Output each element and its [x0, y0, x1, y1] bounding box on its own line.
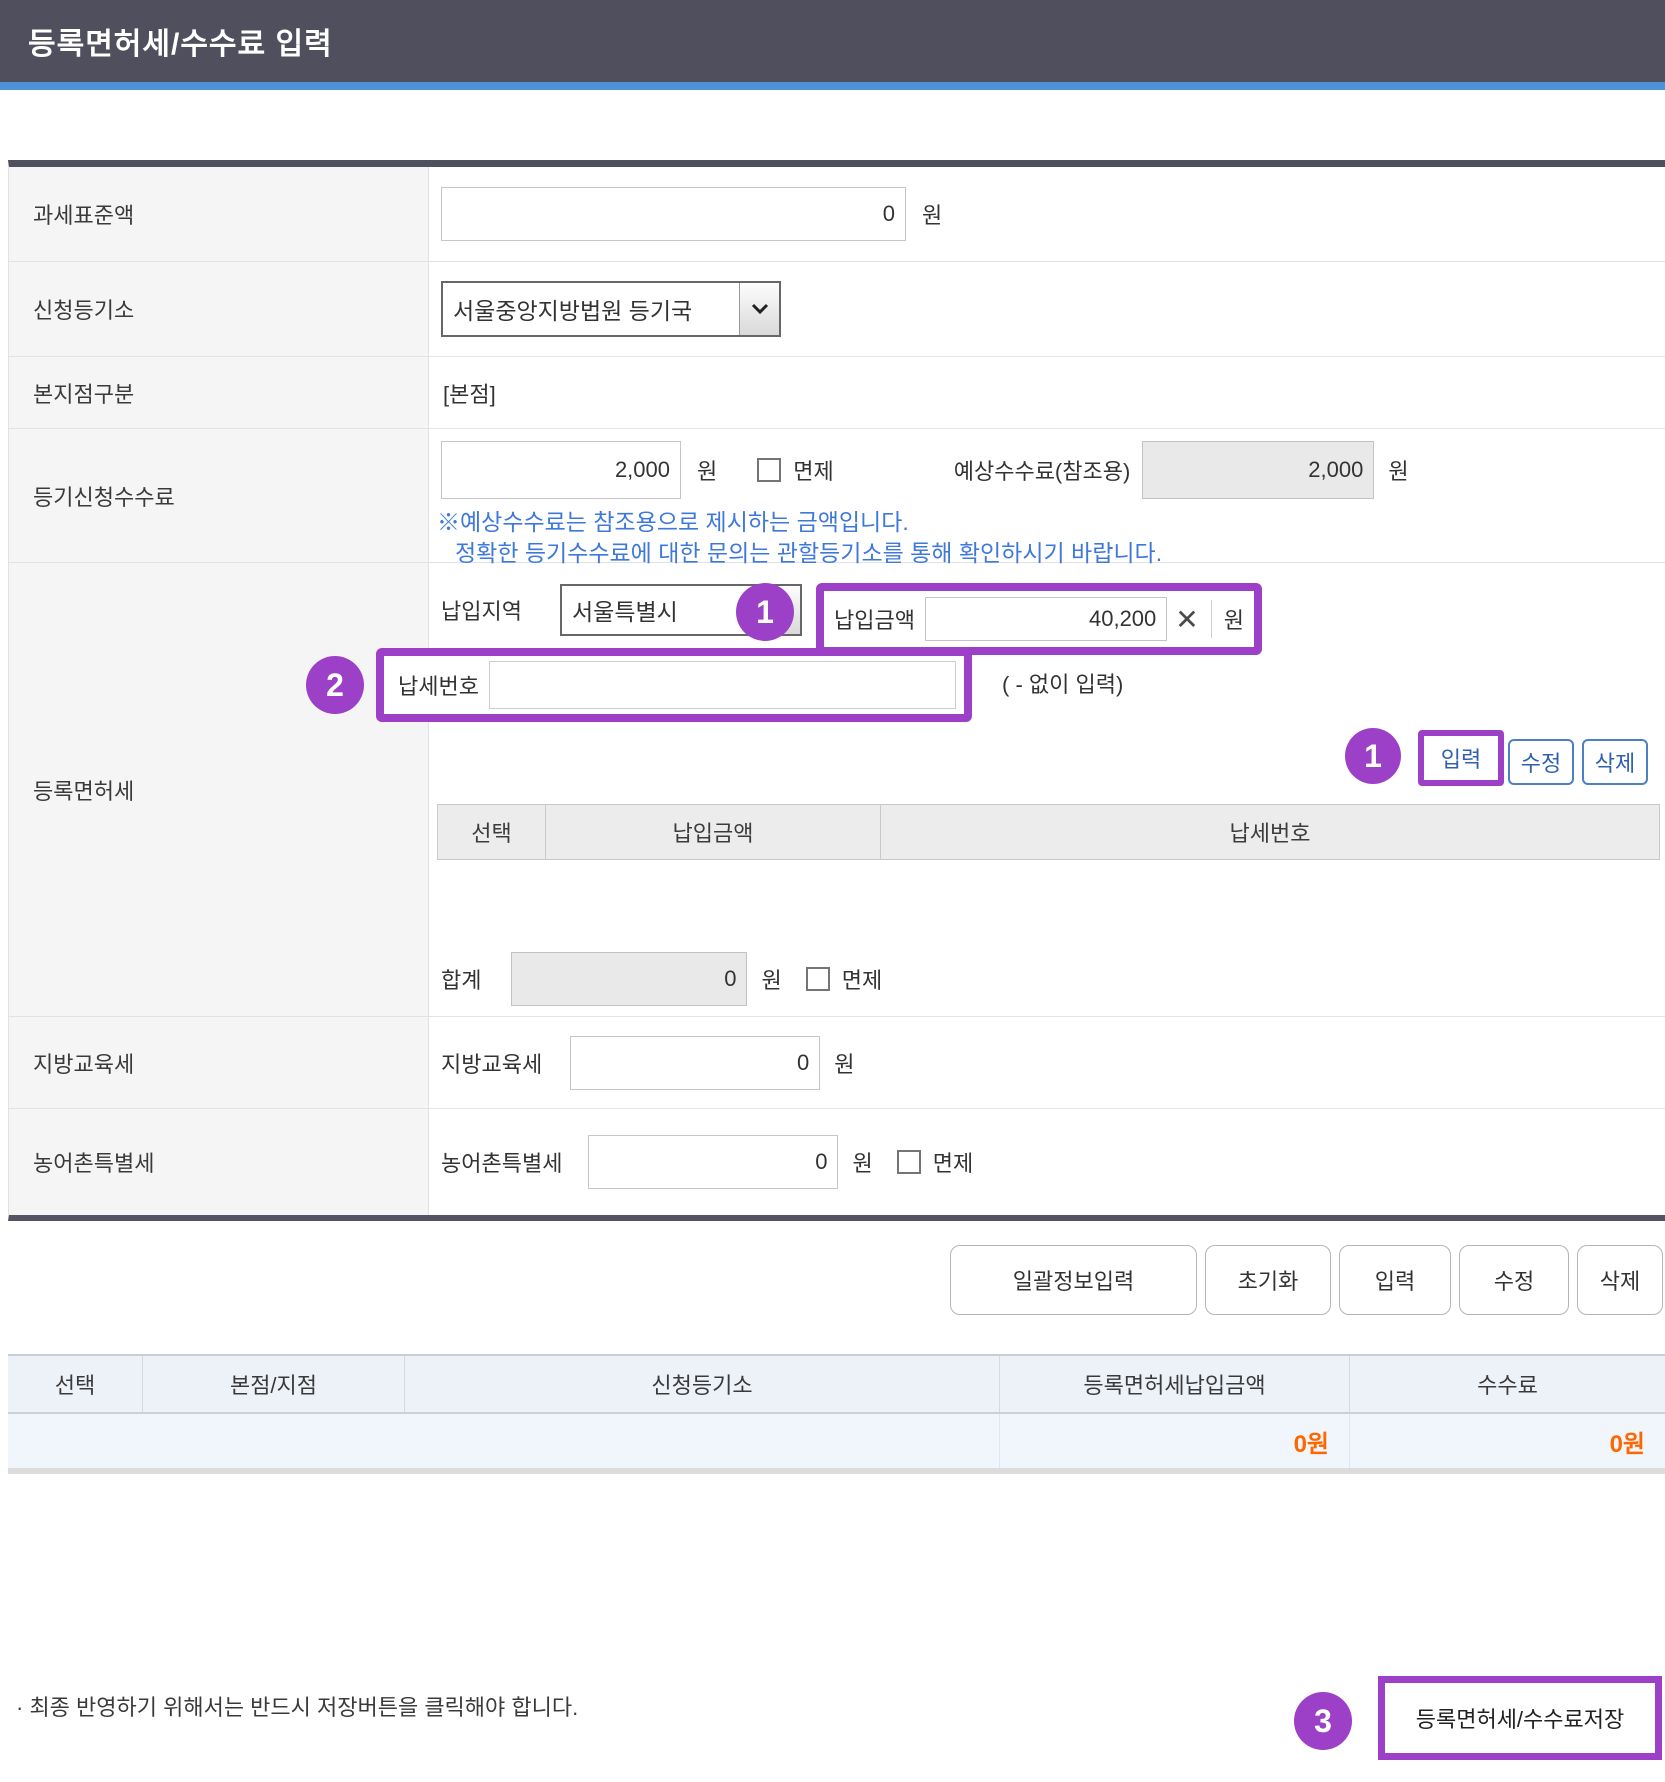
- summary-table: 선택 본점/지점 신청등기소 등록면허세납입금액 수수료 0원 0원: [8, 1354, 1665, 1474]
- step-3-badge: 3: [1294, 1692, 1352, 1750]
- highlight-box-tax-number: 납세번호: [376, 648, 972, 722]
- summary-header-registry: 신청등기소: [404, 1356, 999, 1412]
- application-fee-input[interactable]: [441, 441, 681, 499]
- total-unit: 원: [761, 963, 781, 995]
- summary-header-branch: 본점/지점: [142, 1356, 404, 1412]
- education-tax-field-label: 지방교육세: [441, 1047, 542, 1079]
- bulk-info-input-button[interactable]: 일괄정보입력: [950, 1245, 1197, 1315]
- pay-region-label: 납입지역: [441, 584, 522, 636]
- reset-button[interactable]: 초기화: [1205, 1245, 1331, 1315]
- step-1-badge-buttons: 1: [1345, 728, 1401, 784]
- summary-header: 선택 본점/지점 신청등기소 등록면허세납입금액 수수료: [8, 1354, 1665, 1414]
- tax-number-hint: ( - 없이 입력): [1002, 647, 1123, 719]
- license-input-button[interactable]: 입력: [1418, 730, 1504, 786]
- highlight-box-pay-amount: 납입금액 ✕ 원: [816, 583, 1262, 655]
- delete-button[interactable]: 삭제: [1577, 1245, 1663, 1315]
- rural-tax-exempt-label: 면제: [933, 1146, 973, 1178]
- education-tax-label: 지방교육세: [33, 1047, 134, 1079]
- chevron-down-icon: [739, 283, 779, 335]
- summary-cell-branch: [142, 1414, 404, 1468]
- pay-amount-input[interactable]: [925, 597, 1167, 641]
- summary-data-row[interactable]: 0원 0원: [8, 1414, 1665, 1474]
- summary-header-fee: 수수료: [1349, 1356, 1665, 1412]
- fee-note-line1: ※예상수수료는 참조용으로 제시하는 금액입니다.: [437, 507, 1665, 538]
- rural-tax-exempt-checkbox[interactable]: [897, 1150, 921, 1174]
- application-fee-label: 등기신청수수료: [33, 480, 175, 512]
- summary-cell-registry: [404, 1414, 999, 1468]
- rural-tax-unit: 원: [852, 1146, 872, 1178]
- application-fee-exempt-checkbox[interactable]: [757, 458, 781, 482]
- registry-office-selected: 서울중앙지방법원 등기국: [443, 283, 739, 335]
- summary-header-select: 선택: [8, 1356, 142, 1412]
- save-license-fee-button[interactable]: 등록면허세/수수료저장: [1378, 1676, 1662, 1760]
- tax-base-unit: 원: [922, 198, 942, 230]
- page-title: 등록면허세/수수료 입력: [28, 19, 333, 63]
- save-reminder-note: · 최종 반영하기 위해서는 반드시 저장버튼을 클릭해야 합니다.: [16, 1690, 578, 1722]
- step-2-badge: 2: [306, 656, 364, 714]
- license-edit-button[interactable]: 수정: [1508, 739, 1574, 785]
- branch-type-value: [본점]: [443, 377, 496, 409]
- estimate-fee-unit: 원: [1388, 454, 1408, 486]
- pay-amount-unit: 원: [1224, 603, 1244, 635]
- clear-amount-icon[interactable]: ✕: [1175, 603, 1198, 636]
- total-input: [511, 952, 747, 1006]
- grid-header-select: 선택: [438, 805, 546, 859]
- education-tax-unit: 원: [834, 1047, 854, 1079]
- step-1-badge: 1: [736, 583, 794, 641]
- divider: [1211, 600, 1212, 638]
- summary-cell-fee: 0원: [1349, 1414, 1665, 1468]
- license-tax-label: 등록면허세: [33, 774, 134, 806]
- license-delete-button[interactable]: 삭제: [1582, 739, 1648, 785]
- application-fee-exempt-label: 면제: [793, 454, 833, 486]
- pay-amount-label: 납입금액: [824, 603, 915, 635]
- education-tax-input[interactable]: [570, 1036, 820, 1090]
- license-total-line: 합계 원 면제: [441, 951, 882, 1007]
- registry-office-select[interactable]: 서울중앙지방법원 등기국: [441, 281, 781, 337]
- row-registry-office: 신청등기소 서울중앙지방법원 등기국: [9, 262, 1665, 357]
- application-fee-unit: 원: [697, 454, 717, 486]
- tax-base-input[interactable]: [441, 187, 906, 241]
- tax-number-input[interactable]: [489, 661, 956, 709]
- summary-header-license-amount: 등록면허세납입금액: [999, 1356, 1349, 1412]
- total-exempt-label: 면제: [842, 963, 882, 995]
- rural-tax-field-label: 농어촌특별세: [441, 1146, 562, 1178]
- estimate-fee-label: 예상수수료(참조용): [954, 454, 1131, 486]
- total-label: 합계: [441, 963, 481, 995]
- summary-cell-select: [8, 1414, 142, 1468]
- page: 등록면허세/수수료 입력 과세표준액 원 신청등기소 서울중앙지방법원 등기국: [0, 0, 1665, 1782]
- row-application-fee: 등기신청수수료 원 면제 예상수수료(참조용) 원 ※예상수수료는 참조용으로 …: [9, 429, 1665, 563]
- estimate-fee-input: [1142, 441, 1374, 499]
- registry-office-label: 신청등기소: [33, 293, 134, 325]
- title-bar: 등록면허세/수수료 입력: [0, 0, 1665, 82]
- rural-tax-input[interactable]: [588, 1135, 838, 1189]
- row-rural-tax: 농어촌특별세 농어촌특별세 원 면제: [9, 1109, 1665, 1215]
- edit-button[interactable]: 수정: [1459, 1245, 1569, 1315]
- pay-region-selected: 서울특별시: [562, 586, 760, 634]
- branch-type-label: 본지점구분: [33, 377, 134, 409]
- rural-tax-label: 농어촌특별세: [33, 1146, 154, 1178]
- license-grid-header: 선택 납입금액 납세번호: [437, 804, 1660, 860]
- tax-number-label: 납세번호: [384, 669, 479, 701]
- grid-header-tax-number: 납세번호: [881, 805, 1659, 859]
- summary-cell-license-amount: 0원: [999, 1414, 1349, 1468]
- grid-header-amount: 납입금액: [546, 805, 881, 859]
- title-underline: [0, 82, 1665, 90]
- total-exempt-checkbox[interactable]: [806, 967, 830, 991]
- row-branch-type: 본지점구분 [본점]: [9, 357, 1665, 429]
- tax-base-label: 과세표준액: [33, 198, 134, 230]
- row-education-tax: 지방교육세 지방교육세 원: [9, 1017, 1665, 1109]
- input-button[interactable]: 입력: [1339, 1245, 1451, 1315]
- fee-notes: ※예상수수료는 참조용으로 제시하는 금액입니다. 정확한 등기수수료에 대한 …: [437, 507, 1665, 569]
- row-tax-base: 과세표준액 원: [9, 167, 1665, 262]
